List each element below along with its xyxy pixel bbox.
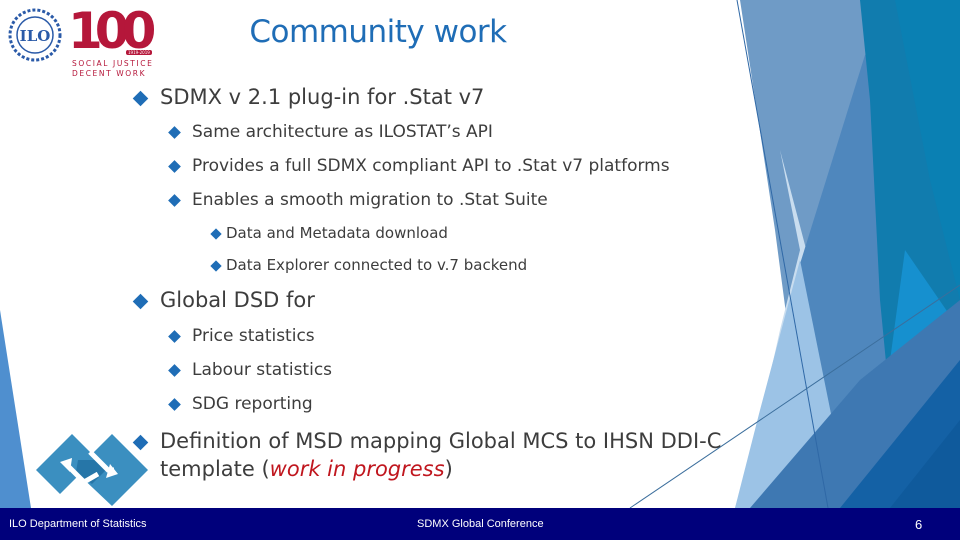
bullet-text: Global DSD for	[160, 288, 315, 312]
bullet-text-line-1: Definition of MSD mapping Global MCS to …	[160, 429, 722, 453]
bullet-text: SDMX v 2.1 plug-in for .Stat v7	[160, 85, 485, 109]
bullet-global-dsd: Global DSD for	[132, 288, 315, 312]
centenary-tagline-1: SOCIAL JUSTICE	[72, 59, 154, 68]
bullet-text: SDG reporting	[192, 394, 313, 414]
sub-bullet: Labour statistics	[168, 360, 333, 380]
bullet-msd-mapping: Definition of MSD mapping Global MCS to …	[132, 429, 722, 453]
sub-bullet: SDG reporting	[168, 394, 313, 414]
sub-bullet: Same architecture as ILOSTAT’s API	[168, 122, 493, 142]
bullet-text: Provides a full SDMX compliant API to .S…	[192, 156, 670, 176]
sdmx-mapping-logo	[36, 434, 148, 506]
sub-bullet: Provides a full SDMX compliant API to .S…	[168, 156, 670, 176]
bullet-text: Price statistics	[192, 326, 315, 346]
centenary-years: 1919-2019	[126, 50, 152, 55]
bullet-msd-mapping-line-2: template (work in progress)	[160, 457, 453, 481]
footer-conference: SDMX Global Conference	[417, 518, 544, 530]
bullet-text: Enables a smooth migration to .Stat Suit…	[192, 190, 548, 210]
bullet-text-suffix: )	[444, 457, 453, 481]
bullet-text: Data Explorer connected to v.7 backend	[226, 256, 528, 274]
sub-sub-bullet: Data and Metadata download	[210, 224, 448, 242]
sub-bullet: Enables a smooth migration to .Stat Suit…	[168, 190, 548, 210]
sub-sub-bullet: Data Explorer connected to v.7 backend	[210, 256, 528, 274]
footer-department: ILO Department of Statistics	[9, 518, 147, 530]
centenary-tagline-2: DECENT WORK	[72, 69, 147, 78]
bullet-text: Labour statistics	[192, 360, 333, 380]
sub-bullet: Price statistics	[168, 326, 315, 346]
bullet-sdmx-plugin: SDMX v 2.1 plug-in for .Stat v7	[132, 85, 485, 109]
slide-footer: ILO Department of Statistics SDMX Global…	[0, 508, 960, 540]
page-number: 6	[915, 517, 923, 532]
slide-title: Community work	[249, 14, 507, 50]
bullet-text: Same architecture as ILOSTAT’s API	[192, 122, 493, 142]
work-in-progress-highlight: work in progress	[269, 457, 445, 481]
bullet-text: Data and Metadata download	[226, 224, 448, 242]
bullet-text-prefix: template (	[160, 457, 270, 481]
left-accent-wedge	[0, 310, 31, 508]
